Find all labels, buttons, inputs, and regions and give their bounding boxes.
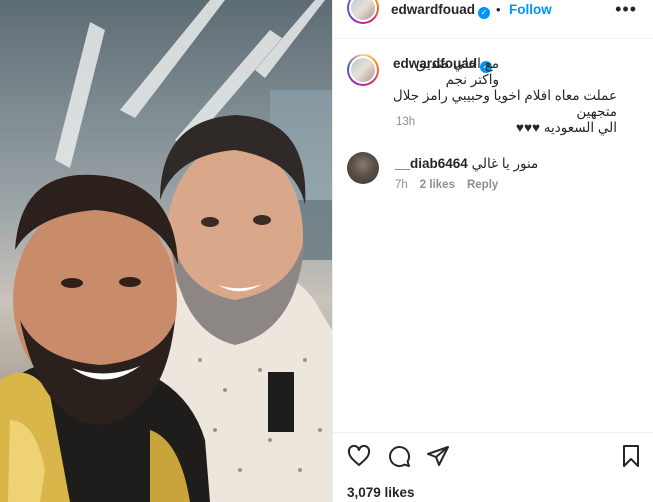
comment-meta: 7h 2 likes Reply [395,179,498,191]
author-username-label[interactable]: edwardfouad [391,2,475,17]
caption-line-3: الي السعوديه ♥♥♥ [515,120,617,135]
verified-badge-icon: ✓ [478,7,491,19]
author-avatar[interactable] [347,0,379,24]
caption-line-1: مع احلي صديق واكتر نجم [415,56,499,87]
header-divider [333,38,653,39]
caption-text: مع احلي صديق واكتر نجم عملت معاه افلام ا… [393,56,621,140]
post-photo[interactable] [0,0,332,502]
photo-illustration [0,0,332,502]
comment-likes-link[interactable]: 2 likes [420,179,455,191]
more-options-icon[interactable]: ••• [615,0,637,20]
likes-count[interactable]: 3,079 likes [347,485,415,500]
bookmark-icon[interactable] [619,444,643,468]
author-username[interactable]: edwardfouad ✓ [391,2,491,19]
commenter-username[interactable]: __diab6464 [395,156,468,171]
follow-button[interactable]: Follow [509,2,552,17]
comment-timestamp[interactable]: 7h [395,179,408,191]
caption-line-2: عملت معاه افلام اخويا وحبيبي رامز جلال م… [392,88,617,119]
comment-icon[interactable] [387,444,411,468]
share-icon[interactable] [426,444,450,468]
post-actions [333,442,653,472]
comment-reply-button[interactable]: Reply [467,179,498,191]
caption-timestamp[interactable]: 13h [396,116,415,128]
actions-divider [333,432,653,433]
commenter-avatar[interactable] [347,152,379,184]
caption-avatar[interactable] [347,54,379,86]
comment-text: منور يا غالي [471,156,539,171]
header-separator: • [496,2,501,17]
post-panel: edwardfouad ✓ • Follow ••• edwardfouad ✓ م… [332,0,653,502]
heart-icon[interactable] [347,444,371,468]
comment-body: __diab6464 منور يا غالي [395,156,538,172]
